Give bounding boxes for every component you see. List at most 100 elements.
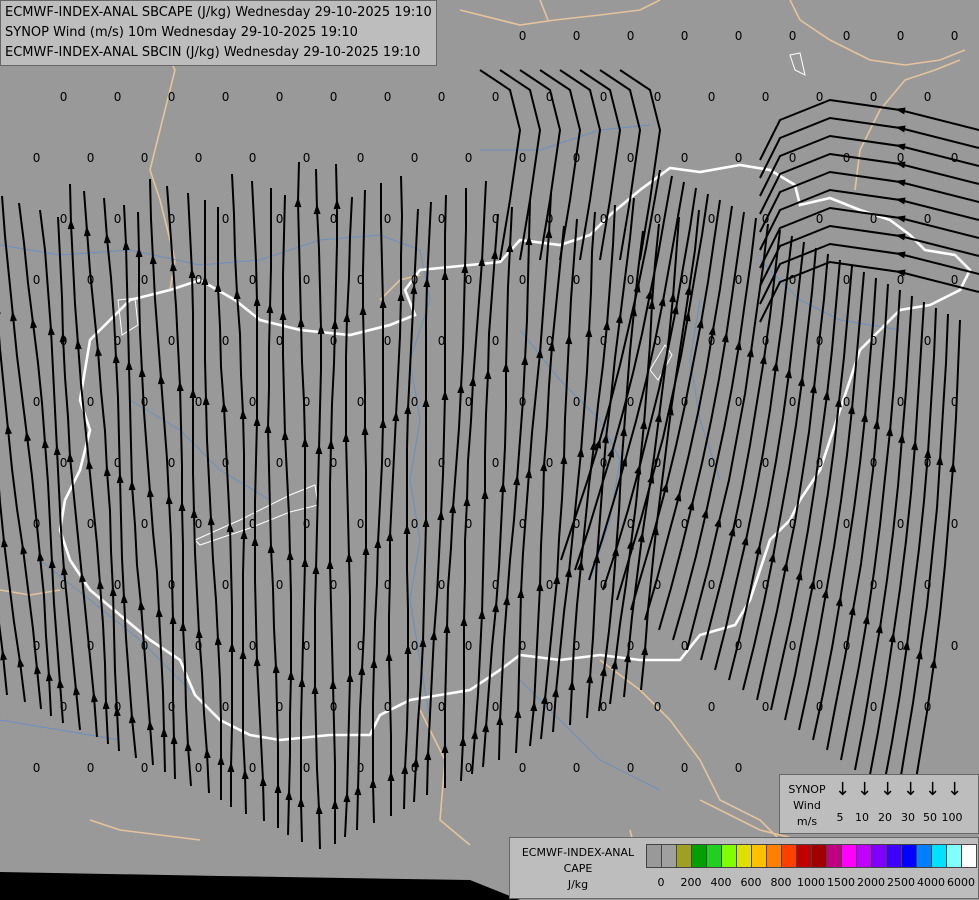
sbcin-value-label: 0	[546, 578, 554, 592]
sbcin-value-label: 0	[87, 273, 95, 287]
sbcin-value-label: 0	[654, 700, 662, 714]
wind-legend-arrow-icon: ↓	[925, 779, 941, 800]
sbcin-value-label: 0	[627, 273, 635, 287]
sbcin-value-label: 0	[87, 639, 95, 653]
sbcin-value-label: 0	[33, 151, 41, 165]
sbcin-value-label: 0	[843, 639, 851, 653]
cape-color-swatch	[706, 844, 722, 868]
sbcin-value-label: 0	[276, 456, 284, 470]
wind-legend-speed: 20	[878, 811, 892, 824]
wind-legend-speed: 10	[855, 811, 869, 824]
sbcin-value-label: 0	[519, 517, 527, 531]
sbcin-value-label: 0	[465, 273, 473, 287]
sbcin-value-label: 0	[762, 456, 770, 470]
sbcin-value-label: 0	[357, 639, 365, 653]
sbcin-value-label: 0	[465, 517, 473, 531]
sbcin-value-label: 0	[33, 395, 41, 409]
cape-color-swatch	[946, 844, 962, 868]
sbcin-value-label: 0	[168, 578, 176, 592]
sbcin-value-label: 0	[141, 151, 149, 165]
sbcin-value-label: 0	[168, 700, 176, 714]
sbcin-value-label: 0	[33, 517, 41, 531]
sbcin-value-label: 0	[681, 639, 689, 653]
sbcin-value-label: 0	[735, 517, 743, 531]
sbcin-value-label: 0	[276, 90, 284, 104]
sbcin-value-label: 0	[168, 212, 176, 226]
sbcin-value-label: 0	[870, 90, 878, 104]
sbcin-value-label: 0	[141, 639, 149, 653]
sbcin-value-label: 0	[708, 334, 716, 348]
cape-legend-tick: 600	[740, 876, 762, 889]
sbcin-value-label: 0	[924, 700, 932, 714]
sbcin-value-label: 0	[708, 456, 716, 470]
sbcin-value-label: 0	[222, 90, 230, 104]
sbcin-value-label: 0	[762, 90, 770, 104]
sbcin-value-label: 0	[141, 517, 149, 531]
sbcin-value-label: 0	[924, 456, 932, 470]
sbcin-value-label: 0	[573, 517, 581, 531]
cape-legend-unit: J/kg	[567, 878, 589, 891]
sbcin-value-label: 0	[627, 151, 635, 165]
sbcin-value-label: 0	[465, 639, 473, 653]
cape-color-swatch	[826, 844, 842, 868]
sbcin-value-label: 0	[195, 395, 203, 409]
sbcin-value-label: 0	[114, 212, 122, 226]
sbcin-value-label: 0	[708, 90, 716, 104]
sbcin-value-label: 0	[519, 639, 527, 653]
cape-color-swatch	[721, 844, 737, 868]
sbcin-value-label: 0	[600, 456, 608, 470]
sbcin-value-label: 0	[735, 395, 743, 409]
sbcin-value-label: 0	[843, 151, 851, 165]
cape-color-swatch	[691, 844, 707, 868]
sbcin-value-label: 0	[87, 761, 95, 775]
sbcin-value-label: 0	[465, 151, 473, 165]
sbcin-value-label: 0	[411, 639, 419, 653]
sbcin-value-label: 0	[681, 395, 689, 409]
sbcin-value-label: 0	[384, 578, 392, 592]
sbcin-value-label: 0	[870, 700, 878, 714]
sbcin-value-label: 0	[627, 639, 635, 653]
cape-legend-subtitle: CAPE	[563, 862, 593, 875]
cape-legend-tick: 6000	[947, 876, 975, 889]
sbcin-value-label: 0	[681, 151, 689, 165]
sbcin-value-label: 0	[735, 761, 743, 775]
sbcin-value-label: 0	[600, 578, 608, 592]
sbcin-value-label: 0	[492, 334, 500, 348]
sbcin-value-label: 0	[870, 578, 878, 592]
sbcin-value-label: 0	[546, 212, 554, 226]
sbcin-value-label: 0	[114, 90, 122, 104]
sbcin-value-label: 0	[249, 151, 257, 165]
sbcin-value-label: 0	[600, 90, 608, 104]
sbcin-value-label: 0	[546, 334, 554, 348]
cape-color-swatch	[766, 844, 782, 868]
sbcin-value-label: 0	[762, 700, 770, 714]
sbcin-value-label: 0	[357, 395, 365, 409]
sbcin-value-label: 0	[33, 639, 41, 653]
sbcin-value-label: 0	[843, 29, 851, 43]
sbcin-value-label: 0	[60, 578, 68, 592]
sbcin-value-label: 0	[627, 517, 635, 531]
sbcin-value-label: 0	[114, 700, 122, 714]
sbcin-value-label: 0	[222, 212, 230, 226]
sbcin-value-label: 0	[897, 639, 905, 653]
cape-legend-tick: 2500	[887, 876, 915, 889]
sbcin-value-label: 0	[465, 761, 473, 775]
sbcin-value-label: 0	[33, 273, 41, 287]
sbcin-value-label: 0	[735, 29, 743, 43]
sbcin-value-label: 0	[816, 456, 824, 470]
cape-color-swatch	[676, 844, 692, 868]
wind-legend-subtitle: Wind	[793, 799, 821, 812]
cape-legend-tick: 200	[680, 876, 702, 889]
sbcin-value-label: 0	[897, 151, 905, 165]
sbcin-value-label: 0	[519, 273, 527, 287]
sbcin-value-label: 0	[492, 90, 500, 104]
sbcin-value-label: 0	[951, 517, 959, 531]
sbcin-value-label: 0	[33, 761, 41, 775]
cape-color-swatch	[856, 844, 872, 868]
sbcin-value-label: 0	[870, 212, 878, 226]
sbcin-value-label: 0	[492, 212, 500, 226]
sbcin-value-label: 0	[708, 578, 716, 592]
sbcin-value-label: 0	[60, 700, 68, 714]
cape-legend-title: ECMWF-INDEX-ANAL	[521, 846, 635, 859]
map-title-box: ECMWF-INDEX-ANAL SBCAPE (J/kg) Wednesday…	[0, 0, 437, 66]
